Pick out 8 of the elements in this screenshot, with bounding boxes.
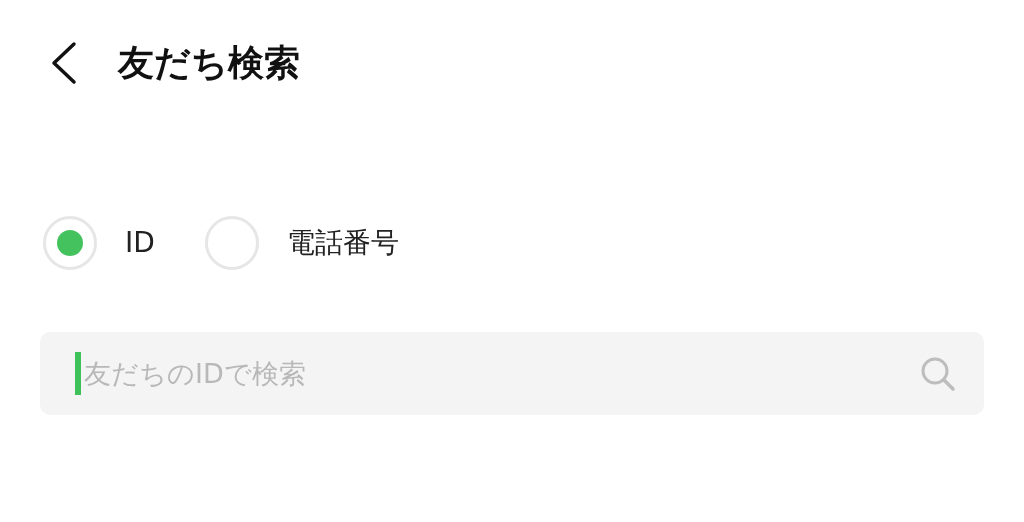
text-cursor bbox=[75, 352, 81, 395]
radio-button[interactable] bbox=[43, 216, 97, 270]
page-title: 友だち検索 bbox=[118, 41, 300, 85]
search-icon[interactable] bbox=[920, 356, 956, 392]
radio-label: ID bbox=[125, 225, 155, 261]
search-field[interactable]: 友だちのIDで検索 bbox=[40, 332, 984, 415]
radio-button[interactable] bbox=[204, 216, 259, 270]
radio-label: 電話番号 bbox=[286, 225, 399, 261]
